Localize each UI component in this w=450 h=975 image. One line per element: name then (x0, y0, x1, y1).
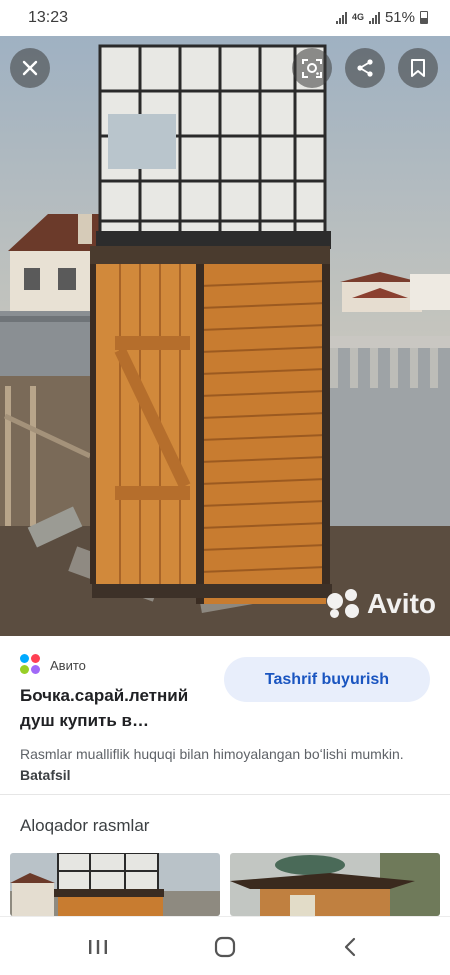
avito-logo-icon (20, 654, 42, 676)
watermark-text: Avito (367, 588, 436, 619)
battery-icon (420, 11, 428, 24)
related-image-1[interactable] (10, 853, 220, 916)
shower-cabin-photo (0, 36, 450, 636)
lens-icon (302, 59, 322, 78)
status-indicators: 4G 51% (335, 9, 428, 26)
source-name: Авито (50, 657, 86, 673)
back-button[interactable] (330, 931, 370, 963)
status-bar: 13:23 4G 51% (0, 0, 450, 36)
learn-more-link[interactable]: Batafsil (20, 767, 71, 783)
signal-icon-2 (368, 11, 380, 24)
hero-image[interactable]: Avito (0, 36, 450, 636)
recents-icon (89, 940, 107, 954)
result-info: Авито Бочка.сарай.летний душ купить в… T… (0, 636, 450, 796)
close-button[interactable] (10, 48, 50, 88)
home-icon (214, 936, 236, 958)
system-navbar (0, 916, 450, 975)
share-icon (357, 59, 373, 77)
related-thumbnail-1 (10, 853, 220, 916)
related-thumbnail-2 (230, 853, 440, 916)
bookmark-icon (411, 59, 425, 77)
source-link[interactable]: Авито (20, 654, 86, 676)
copyright-notice: Rasmlar mualliflik huquqi bilan himoyala… (20, 744, 430, 786)
copyright-text: Rasmlar mualliflik huquqi bilan himoyala… (20, 746, 404, 762)
related-heading: Aloqador rasmlar (20, 816, 150, 835)
share-button[interactable] (345, 48, 385, 88)
section-divider (0, 794, 450, 795)
related-image-2[interactable] (230, 853, 440, 916)
visit-button[interactable]: Tashrif buyurish (224, 657, 430, 702)
avito-logo-icon (327, 589, 361, 619)
back-icon (344, 937, 356, 957)
lens-button[interactable] (292, 48, 332, 88)
avito-watermark: Avito (327, 588, 436, 620)
result-title[interactable]: Бочка.сарай.летний душ купить в… (20, 683, 220, 733)
close-icon (22, 60, 38, 76)
recents-button[interactable] (78, 931, 118, 963)
battery-percent: 51% (384, 9, 415, 26)
network-type: 4G (351, 12, 364, 22)
signal-icon (335, 11, 347, 24)
bookmark-button[interactable] (398, 48, 438, 88)
status-time: 13:23 (28, 9, 69, 26)
home-button[interactable] (205, 931, 245, 963)
